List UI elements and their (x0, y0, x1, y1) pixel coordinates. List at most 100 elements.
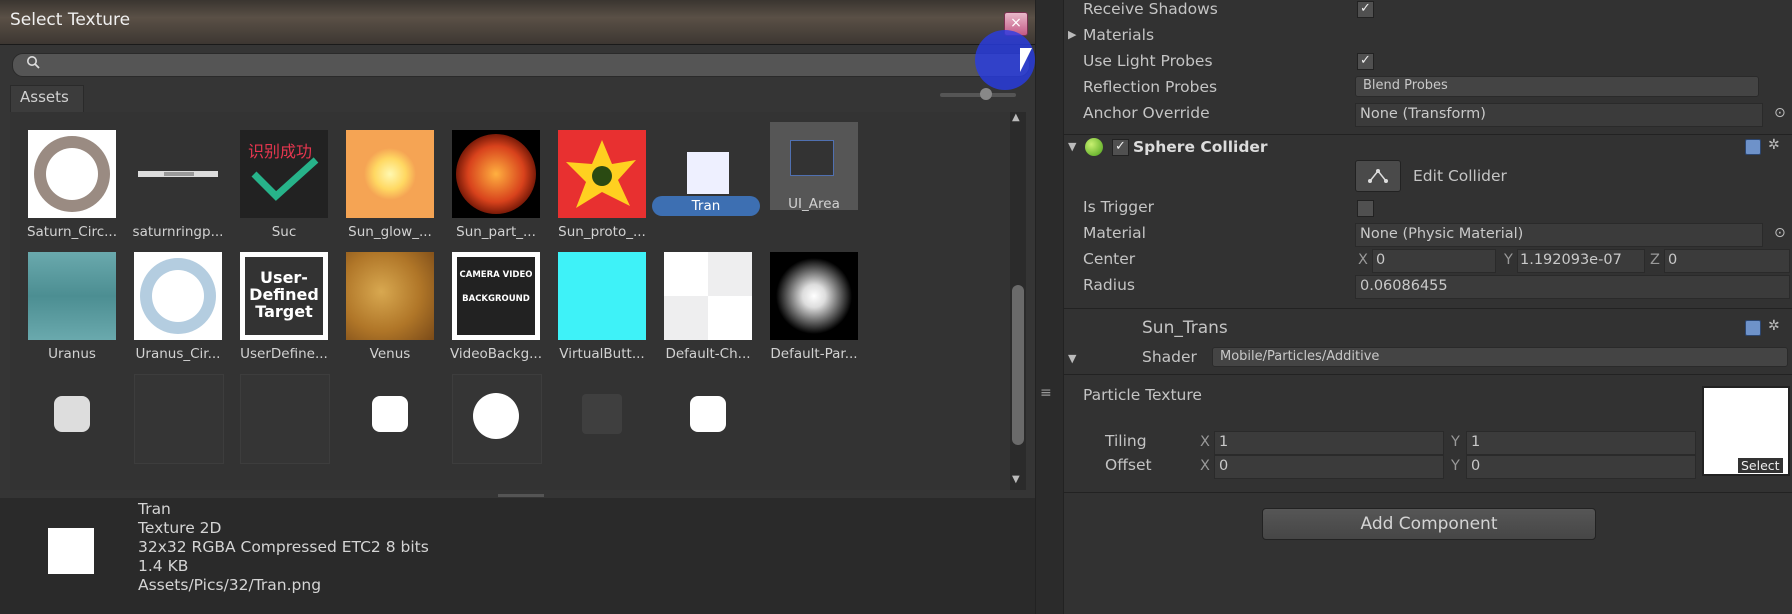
grid-item[interactable]: Saturn_Circ... (10, 112, 124, 242)
center-y-label: Y (1504, 252, 1513, 268)
center-z-field[interactable] (1664, 249, 1790, 273)
grid-item[interactable] (10, 356, 124, 486)
zoom-slider-thumb[interactable] (980, 88, 992, 100)
grid-item[interactable]: Default-Par... (752, 234, 866, 364)
component-separator (1063, 308, 1792, 309)
grid-item[interactable]: Default-Ch... (646, 234, 760, 364)
video-background-text: CAMERA VIDEO BACKGROUND (457, 257, 535, 335)
grid-item[interactable]: Uranus (10, 234, 124, 364)
object-picker-icon[interactable]: ⊙ (1774, 105, 1786, 121)
search-input[interactable] (12, 53, 1030, 77)
expand-triangle-icon[interactable]: ▶ (1068, 28, 1076, 41)
component-separator (1063, 134, 1792, 135)
grid-item-label: UI_Area (788, 196, 840, 212)
preview-resize-handle[interactable] (498, 494, 544, 497)
grid-item[interactable] (222, 356, 336, 486)
texture-select-button[interactable]: Select (1738, 458, 1783, 473)
receive-shadows-label: Receive Shadows (1083, 0, 1218, 18)
preview-size: 1.4 KB (138, 557, 189, 575)
collapse-triangle-icon[interactable]: ▼ (1068, 352, 1076, 365)
help-book-icon[interactable] (1745, 139, 1761, 155)
grid-item[interactable]: Venus (328, 234, 442, 364)
offset-y-field[interactable] (1466, 455, 1696, 479)
preview-name: Tran (138, 500, 171, 518)
grid-item[interactable]: VirtualButt... (540, 234, 654, 364)
edit-collider-button[interactable] (1355, 160, 1401, 192)
scroll-up-icon[interactable]: ▲ (1012, 112, 1020, 123)
offset-x-field[interactable] (1214, 455, 1444, 479)
preview-path: Assets/Pics/32/Tran.png (138, 576, 322, 594)
center-z-value: 0 (1668, 252, 1678, 268)
center-x-value: 0 (1376, 252, 1386, 268)
virtual-button-icon (558, 252, 646, 340)
grid-item[interactable]: UI_Area (752, 112, 866, 242)
grid-item[interactable]: Sun_part_... (434, 112, 548, 242)
grid-item[interactable]: Sun_glow_... (328, 112, 442, 242)
use-light-probes-checkbox[interactable]: ✓ (1357, 53, 1374, 70)
gear-icon[interactable]: ✲ (1768, 318, 1780, 334)
center-x-field[interactable] (1372, 249, 1496, 273)
add-component-button[interactable]: Add Component (1262, 508, 1596, 540)
center-z-label: Z (1650, 252, 1660, 268)
zoom-slider[interactable] (940, 93, 1016, 97)
scroll-down-icon[interactable]: ▼ (1012, 474, 1020, 485)
grid-item[interactable]: Sun_proto_... (540, 112, 654, 242)
grid-item-label: Default-Par... (770, 346, 858, 362)
section-separator (1063, 374, 1792, 375)
tab-assets-label: Assets (20, 88, 69, 106)
tiling-y-label: Y (1451, 434, 1460, 450)
panel-splitter[interactable] (1036, 0, 1063, 614)
preview-format: 32x32 RGBA Compressed ETC2 8 bits (138, 538, 429, 556)
receive-shadows-checkbox[interactable]: ✓ (1357, 1, 1374, 18)
grid-item-label-selected: Tran (652, 196, 760, 216)
search-icon (26, 55, 40, 73)
grid-scrollbar-thumb[interactable] (1012, 285, 1024, 445)
edit-collider-label: Edit Collider (1413, 167, 1507, 185)
grid-item[interactable]: Uranus_Cir... (116, 234, 230, 364)
dark-square-icon (558, 374, 646, 462)
object-picker-icon[interactable]: ⊙ (1774, 225, 1786, 241)
grid-item[interactable] (646, 356, 760, 486)
drag-grip-icon[interactable]: ≡ (1040, 385, 1052, 401)
saturn-ring-strip-icon (134, 130, 222, 218)
mouse-cursor-icon (1020, 48, 1032, 72)
grid-item[interactable]: 识别成功 Suc (222, 112, 336, 242)
grid-item[interactable]: CAMERA VIDEO BACKGROUND VideoBackg... (434, 234, 548, 364)
grid-item[interactable] (328, 356, 442, 486)
user-defined-target-icon: User-Defined Target (240, 252, 328, 340)
offset-x-label: X (1200, 458, 1210, 474)
edit-collider-icon (1368, 169, 1388, 183)
sphere-collider-enabled-checkbox[interactable]: ✓ (1112, 139, 1129, 156)
gear-icon[interactable]: ✲ (1768, 137, 1780, 153)
success-check-icon: 识别成功 (240, 130, 328, 218)
default-particle-icon (770, 252, 858, 340)
dialog-titlebar[interactable] (0, 0, 1035, 45)
grid-item[interactable]: Tran (646, 112, 760, 242)
preview-type: Texture 2D (138, 519, 222, 537)
radius-value: 0.06086455 (1360, 278, 1448, 294)
shader-label: Shader (1142, 348, 1197, 366)
materials-label[interactable]: Materials (1083, 26, 1154, 44)
rounded-square-icon (28, 374, 116, 462)
tiling-y-field[interactable] (1466, 431, 1696, 455)
grid-item[interactable] (116, 356, 230, 486)
grid-item[interactable] (434, 356, 548, 486)
default-checker-icon (664, 252, 752, 340)
grid-item[interactable]: saturnringp... (116, 112, 230, 242)
grid-item[interactable] (540, 356, 654, 486)
sphere-collider-title: Sphere Collider (1133, 138, 1268, 156)
anchor-override-value: None (Transform) (1360, 106, 1486, 122)
tiling-x-label: X (1200, 434, 1210, 450)
sun-glow-icon (346, 130, 434, 218)
offset-label: Offset (1105, 456, 1152, 474)
help-book-icon[interactable] (1745, 320, 1761, 336)
sun-surface-icon (452, 130, 540, 218)
circle-icon (452, 374, 542, 464)
collapse-triangle-icon[interactable]: ▼ (1068, 140, 1076, 153)
is-trigger-checkbox[interactable] (1357, 200, 1374, 217)
section-separator (1063, 492, 1792, 493)
center-label: Center (1083, 250, 1136, 268)
grid-item[interactable]: User-Defined Target UserDefine... (222, 234, 336, 364)
tiling-label: Tiling (1105, 432, 1147, 450)
tiling-x-field[interactable] (1214, 431, 1444, 455)
